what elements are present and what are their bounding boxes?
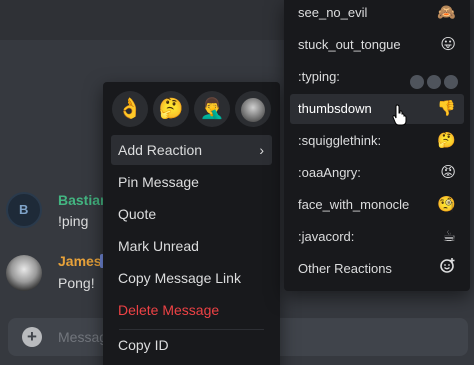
add-reaction-icon [440,254,456,284]
menu-item-quote[interactable]: Quote [111,199,272,229]
quick-reaction-facepalm-icon[interactable]: 🤦‍♂️ [194,91,230,127]
reaction-label: :javacord: [298,229,355,244]
reaction-item-face-with-monocle[interactable]: face_with_monocle 🧐 [290,190,464,220]
avatar[interactable] [6,255,42,291]
squigglethink-icon: 🤔 [437,132,456,149]
reaction-item-stuck-out-tongue[interactable]: stuck_out_tongue 😛 [290,30,464,60]
menu-item-label: Add Reaction [118,142,203,158]
message-context-menu: 👌 🤔 🤦‍♂️ Add Reaction › Pin Message Quot… [103,82,280,365]
plus-icon[interactable]: + [22,327,42,347]
chevron-right-icon: › [259,142,264,158]
reaction-item-oaa-angry[interactable]: :oaaAngry: 😡 [290,158,464,188]
reaction-item-thumbsdown[interactable]: thumbsdown 👎 [290,94,464,124]
javacord-icon: ☕ [442,228,456,245]
menu-item-copy-id[interactable]: Copy ID [111,330,272,360]
quick-reaction-avatar-emoji-icon[interactable] [235,91,271,127]
oaa-angry-icon: 😡 [440,164,456,181]
quick-reaction-ok-hand-icon[interactable]: 👌 [112,91,148,127]
mouse-pointer-icon [392,104,407,126]
reaction-label: face_with_monocle [298,197,410,212]
reaction-label: :squigglethink: [298,133,382,148]
message-text: !ping [58,213,89,229]
stuck-out-tongue-icon: 😛 [440,36,456,53]
avatar[interactable]: B [6,192,42,228]
reaction-item-see-no-evil[interactable]: see_no_evil 🙈 [290,0,464,28]
reaction-label: see_no_evil [298,5,368,20]
reaction-item-squigglethink[interactable]: :squigglethink: 🤔 [290,126,464,156]
reaction-item-other-reactions[interactable]: Other Reactions [290,254,464,284]
avatar-letter: B [19,202,29,217]
message-text: Pong! [58,275,95,291]
menu-item-delete-message[interactable]: Delete Message [111,295,272,325]
face-with-monocle-icon: 🧐 [437,196,456,213]
reaction-item-typing[interactable]: :typing: [290,62,464,92]
menu-item-pin-message[interactable]: Pin Message [111,167,272,197]
reaction-label: stuck_out_tongue [298,37,401,52]
reaction-label: :oaaAngry: [298,165,361,180]
reaction-label: thumbsdown [298,101,372,116]
message-author[interactable]: Bastian [58,192,109,208]
thumbsdown-icon: 👎 [437,100,456,117]
message-input-placeholder: Messag [58,329,108,345]
reactions-submenu: see_no_evil 🙈 stuck_out_tongue 😛 :typing… [284,0,470,291]
reaction-label: :typing: [298,69,340,84]
see-no-evil-icon: 🙈 [437,4,456,21]
reaction-item-javacord[interactable]: :javacord: ☕ [290,222,464,252]
reaction-label: Other Reactions [298,261,392,276]
menu-item-copy-message-link[interactable]: Copy Message Link [111,263,272,293]
quick-reaction-thinking-icon[interactable]: 🤔 [153,91,189,127]
menu-item-mark-unread[interactable]: Mark Unread [111,231,272,261]
menu-item-add-reaction[interactable]: Add Reaction › [111,135,272,165]
message-author[interactable]: James [58,253,102,269]
